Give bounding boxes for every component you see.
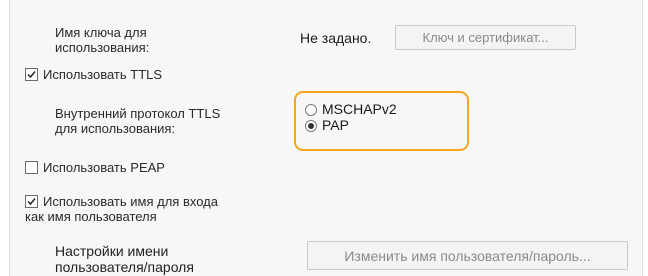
key-name-value: Не задано. [300,30,372,46]
use-peap-label: Использовать PEAP [43,160,165,175]
ttls-protocol-label-line2: для использования: [55,121,176,136]
use-peap-checkbox[interactable] [25,161,38,174]
key-and-certificate-button[interactable]: Ключ и сертификат... [395,25,576,50]
checkmark-icon [27,71,36,79]
radio-pap-label: PAP [322,117,349,133]
checkmark-icon [27,198,36,206]
key-name-label-line1: Имя ключа для [55,25,147,40]
use-ttls-checkbox[interactable] [25,68,38,81]
radio-mschapv2[interactable] [305,104,317,116]
use-login-name-label-line2: как имя пользователя [25,209,157,224]
key-name-label-line2: использования: [55,40,150,55]
radio-mschapv2-label: MSCHAPv2 [322,101,397,117]
radio-pap[interactable] [305,120,317,132]
radio-selected-dot [308,123,314,129]
protocol-highlight [294,91,469,151]
use-login-name-label-line1: Использовать имя для входа [43,194,218,209]
use-login-name-checkbox[interactable] [25,195,38,208]
ttls-protocol-label-line1: Внутренний протокол TTLS [55,106,221,121]
username-settings-label-line1: Настройки имени [55,243,169,259]
change-username-password-button[interactable]: Изменить имя пользователя/пароль... [307,241,628,270]
username-settings-label-line2: пользователя/пароля [55,259,194,275]
use-ttls-label: Использовать TTLS [43,67,163,82]
